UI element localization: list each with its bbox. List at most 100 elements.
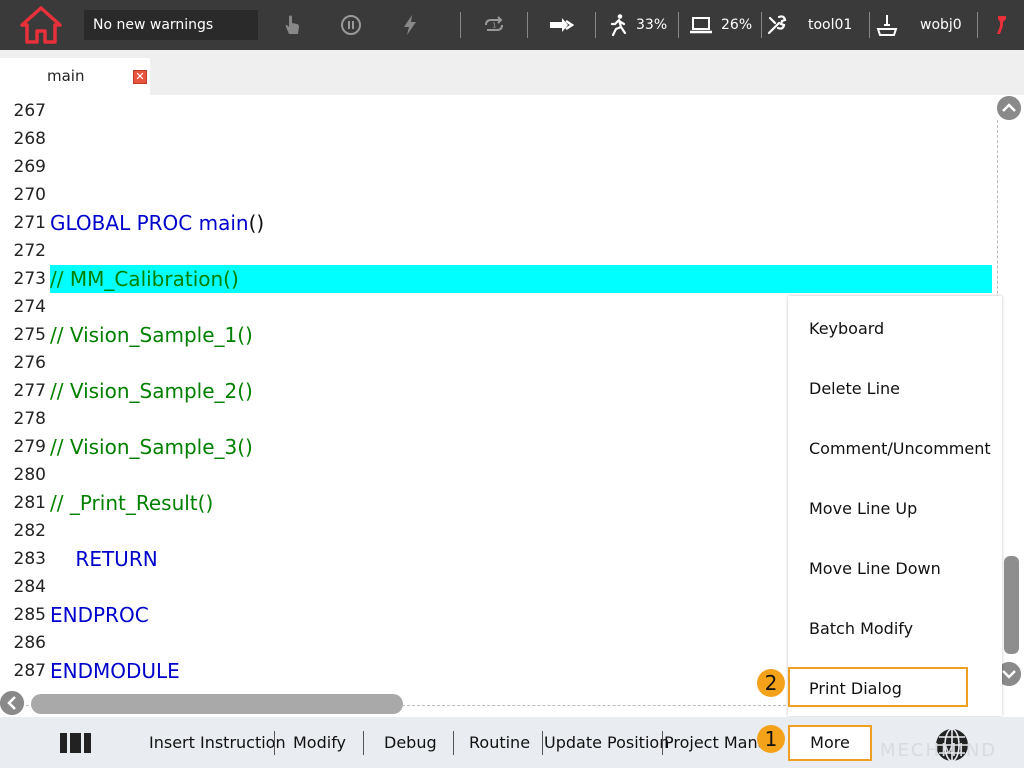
vertical-scroll-thumb[interactable] — [1004, 556, 1019, 654]
lightning-icon[interactable] — [398, 13, 422, 37]
step-arrows-icon[interactable] — [548, 13, 576, 37]
line-number: 276 — [13, 353, 46, 373]
separator — [363, 731, 364, 755]
separator — [542, 731, 543, 755]
close-icon[interactable]: ✕ — [133, 70, 147, 84]
horizontal-scroll-thumb[interactable] — [31, 694, 403, 714]
code-keyword: RETURN — [50, 547, 158, 571]
separator — [460, 12, 461, 38]
panel-toggle-icon[interactable] — [59, 731, 92, 755]
robot-arm-icon[interactable] — [990, 13, 1014, 37]
menu-item-keyboard[interactable]: Keyboard — [809, 319, 884, 338]
code-keyword: GLOBAL PROC main — [50, 211, 249, 235]
code-line[interactable]: 271 GLOBAL PROC main() — [0, 209, 1000, 237]
menu-item-move-line-down[interactable]: Move Line Down — [809, 559, 941, 578]
line-number: 282 — [13, 521, 46, 541]
more-button[interactable]: More — [788, 725, 872, 761]
separator — [761, 12, 762, 38]
line-number: 279 — [13, 437, 46, 457]
line-number: 281 — [13, 493, 46, 513]
line-number: 286 — [13, 633, 46, 653]
separator — [869, 12, 870, 38]
bottom-toolbar: Insert Instruction Modify Debug Routine … — [0, 717, 1024, 768]
watermark-text: MECHMIND — [880, 740, 998, 761]
code-keyword: ENDMODULE — [50, 659, 180, 683]
hand-icon[interactable] — [280, 13, 304, 37]
line-number: 287 — [13, 661, 46, 681]
line-number: 277 — [13, 381, 46, 401]
code-line[interactable]: 269 — [0, 153, 1000, 181]
insert-instruction-button[interactable]: Insert Instruction — [149, 733, 286, 752]
line-number: 274 — [13, 297, 46, 317]
code-text: GLOBAL PROC main() — [50, 209, 992, 237]
scroll-left-icon[interactable] — [0, 691, 24, 715]
speed-percent: 33% — [636, 17, 668, 33]
code-punctuation: () — [248, 211, 265, 235]
pause-icon[interactable] — [339, 13, 363, 37]
status-bar: No new warnings 1 33% 26% tool01 wobj0 — [0, 0, 1024, 50]
modify-button[interactable]: Modify — [293, 733, 346, 752]
line-number: 269 — [13, 157, 46, 177]
routine-button[interactable]: Routine — [469, 733, 530, 752]
walking-speed-icon[interactable] — [606, 13, 630, 37]
step-badge-2: 2 — [757, 669, 785, 697]
debug-button[interactable]: Debug — [384, 733, 437, 752]
menu-item-comment-uncomment[interactable]: Comment/Uncomment — [809, 439, 991, 458]
svg-text:1: 1 — [492, 22, 496, 30]
tab-main[interactable]: main ✕ — [0, 58, 150, 95]
separator — [527, 12, 528, 38]
separator — [662, 731, 663, 755]
separator — [678, 12, 679, 38]
code-line-selected[interactable]: 273// MM_Calibration() — [0, 265, 1000, 293]
update-position-button[interactable]: Update Position — [544, 733, 669, 752]
tools-icon[interactable] — [765, 13, 789, 37]
line-number: 270 — [13, 185, 46, 205]
code-comment: // Vision_Sample_1() — [50, 323, 253, 347]
code-comment: // Vision_Sample_2() — [50, 379, 253, 403]
separator — [977, 12, 978, 38]
print-dialog-highlight — [788, 667, 968, 707]
code-keyword: ENDPROC — [50, 603, 149, 627]
line-number: 278 — [13, 409, 46, 429]
warnings-box[interactable]: No new warnings — [84, 10, 258, 40]
code-comment: // Vision_Sample_3() — [50, 435, 253, 459]
line-number: 272 — [13, 241, 46, 261]
menu-item-batch-modify[interactable]: Batch Modify — [809, 619, 913, 638]
menu-item-delete-line[interactable]: Delete Line — [809, 379, 900, 398]
laptop-icon[interactable] — [689, 13, 713, 37]
warnings-text: No new warnings — [93, 17, 214, 33]
code-line[interactable]: 268 — [0, 125, 1000, 153]
wobj-name[interactable]: wobj0 — [920, 16, 962, 34]
line-number: 273 — [13, 269, 46, 289]
code-line[interactable]: 270 — [0, 181, 1000, 209]
step-badge-1: 1 — [757, 725, 785, 753]
workobject-icon[interactable] — [875, 13, 899, 37]
more-menu: Keyboard Delete Line Comment/Uncomment M… — [788, 296, 1002, 716]
scroll-up-icon[interactable] — [997, 96, 1021, 120]
cycle-icon[interactable]: 1 — [482, 13, 506, 37]
home-icon[interactable] — [20, 5, 62, 45]
tab-bar: main ✕ — [0, 50, 1024, 95]
menu-item-move-line-up[interactable]: Move Line Up — [809, 499, 917, 518]
load-percent: 26% — [721, 17, 753, 33]
line-number: 268 — [13, 129, 46, 149]
code-line[interactable]: 272 — [0, 237, 1000, 265]
tool-name[interactable]: tool01 — [808, 16, 852, 34]
line-number: 267 — [13, 101, 46, 121]
code-line[interactable]: 267 — [0, 97, 1000, 125]
line-number: 284 — [13, 577, 46, 597]
line-number: 285 — [13, 605, 46, 625]
separator — [453, 731, 454, 755]
line-number: 280 — [13, 465, 46, 485]
code-text: // MM_Calibration() — [50, 265, 992, 293]
code-comment: // _Print_Result() — [50, 491, 214, 515]
separator — [595, 12, 596, 38]
separator — [274, 731, 275, 755]
line-number: 271 — [13, 213, 46, 233]
line-number: 275 — [13, 325, 46, 345]
